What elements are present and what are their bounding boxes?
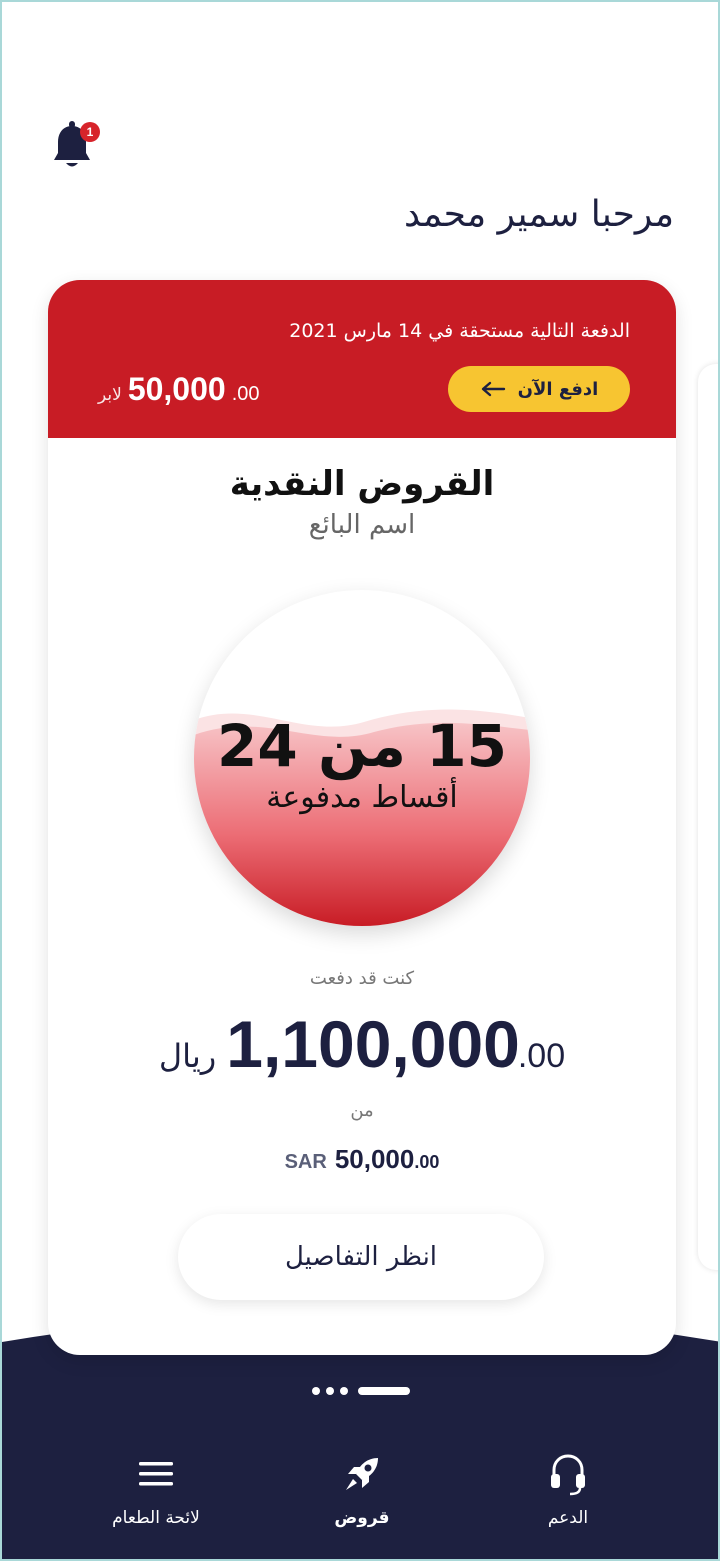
- menu-icon: [139, 1462, 173, 1486]
- paid-currency: ريال: [158, 1037, 217, 1075]
- pay-now-button[interactable]: ادفع الآن: [448, 366, 630, 412]
- nav-label: الدعم: [547, 1508, 589, 1528]
- vendor-name: اسم البائع: [308, 510, 416, 540]
- installments-count: 15 من 24: [217, 712, 507, 780]
- nav-label: قروض: [334, 1508, 390, 1528]
- rocket-icon: [346, 1458, 378, 1490]
- nav-item-support[interactable]: الدعم: [488, 1452, 648, 1528]
- total-amount: SAR 50,000 .00: [48, 1144, 676, 1175]
- view-details-button[interactable]: انظر التفاصيل: [178, 1214, 544, 1300]
- nav-item-loans[interactable]: قروض: [282, 1452, 442, 1528]
- carousel-pagination: [312, 1387, 410, 1395]
- page-dot[interactable]: [340, 1387, 348, 1395]
- arrow-left-icon: [481, 381, 505, 397]
- next-payment-amount: لابر 50,000.00: [98, 371, 260, 408]
- installments-label: أقساط مدفوعة: [266, 780, 458, 815]
- paid-amount-value: 1,100,000: [226, 1007, 520, 1081]
- app-screen: 1 مرحبا سمير محمد الدفعة التالية مستحقة …: [0, 0, 720, 1561]
- next-loan-card-peek[interactable]: [698, 364, 718, 1270]
- notifications-button[interactable]: 1: [52, 120, 102, 176]
- headset-icon: [551, 1454, 585, 1496]
- currency-label: لابر: [98, 385, 122, 405]
- due-date-text: الدفعة التالية مستحقة في 14 مارس 2021: [289, 320, 630, 342]
- amount-decimals: .00: [231, 383, 260, 405]
- card-header: الدفعة التالية مستحقة في 14 مارس 2021 لا…: [48, 280, 676, 438]
- pay-now-label: ادفع الآن: [517, 378, 599, 400]
- greeting: مرحبا سمير محمد: [403, 194, 674, 235]
- nav-item-menu[interactable]: لائحة الطعام: [76, 1452, 236, 1528]
- page-dot-active[interactable]: [358, 1387, 410, 1395]
- page-dot[interactable]: [312, 1387, 320, 1395]
- amount-value: 50,000: [127, 371, 226, 407]
- notification-badge: 1: [80, 122, 100, 142]
- nav-label: لائحة الطعام: [112, 1508, 200, 1528]
- loan-card: الدفعة التالية مستحقة في 14 مارس 2021 لا…: [48, 280, 676, 1355]
- paid-amount: ريال 1,100,000 .00: [48, 1006, 676, 1082]
- total-amount-decimals: .00: [414, 1152, 440, 1172]
- bottom-navigation: الدعم قروض لائحة الطعام: [2, 1452, 718, 1552]
- of-label: من: [350, 1100, 374, 1121]
- total-currency: SAR: [284, 1151, 327, 1173]
- paid-label: كنت قد دفعت: [309, 968, 415, 989]
- page-dot[interactable]: [326, 1387, 334, 1395]
- installments-progress-circle: 15 من 24 أقساط مدفوعة: [194, 590, 530, 926]
- loan-title: القروض النقدية: [229, 464, 495, 504]
- total-amount-value: 50,000: [334, 1144, 415, 1174]
- paid-amount-decimals: .00: [517, 1037, 566, 1075]
